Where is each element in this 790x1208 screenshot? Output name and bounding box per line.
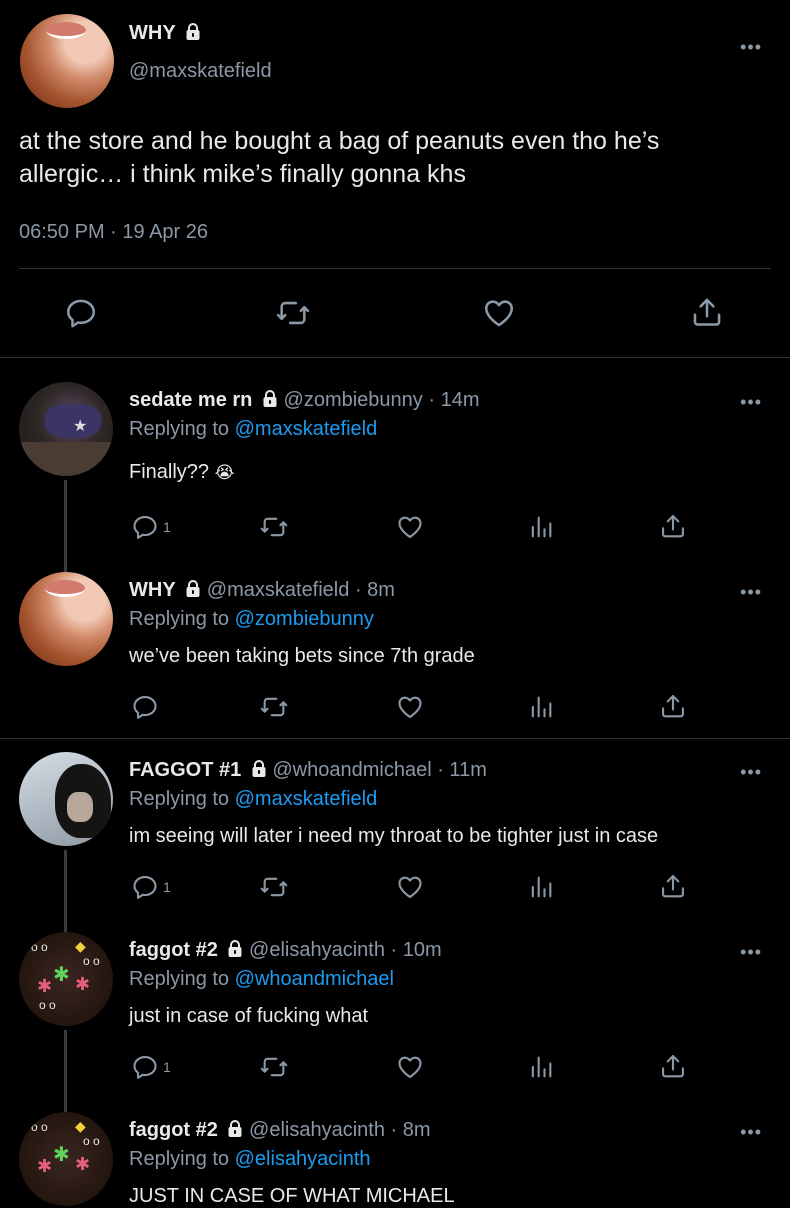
crying-emoji: 😭 — [214, 463, 235, 482]
reply-text: Finally?? — [129, 461, 210, 483]
handle[interactable]: @whoandmichael — [272, 759, 431, 781]
tweet-text: at the store and he bought a bag of pean… — [19, 125, 779, 191]
mention-link[interactable]: @maxskatefield — [235, 418, 378, 440]
avatar[interactable]: ★ — [19, 382, 113, 476]
analytics-icon[interactable] — [527, 1053, 555, 1081]
display-name[interactable]: faggot #2 — [129, 939, 218, 961]
time: · 8m — [390, 1119, 431, 1141]
share-icon[interactable] — [659, 872, 687, 900]
divider — [0, 738, 790, 739]
thread-connector — [64, 850, 67, 932]
reply-count: 1 — [163, 879, 171, 895]
avatar[interactable]: ✱ ✱ ✱ ◆ o o o o o o — [19, 932, 113, 1026]
like-icon[interactable] — [395, 693, 425, 721]
handle[interactable]: @elisahyacinth — [249, 939, 385, 961]
reply-button[interactable]: 1 — [131, 873, 171, 901]
handle[interactable]: @maxskatefield — [129, 60, 272, 83]
replying-label: Replying to — [129, 788, 230, 810]
like-icon[interactable] — [395, 513, 425, 541]
analytics-icon[interactable] — [527, 693, 555, 721]
reply-text: JUST IN CASE OF WHAT MICHAEL — [129, 1185, 455, 1207]
mention-link[interactable]: @whoandmichael — [235, 968, 394, 990]
thread-connector — [64, 1030, 67, 1112]
share-icon[interactable] — [659, 1052, 687, 1080]
avatar[interactable] — [19, 572, 113, 666]
mention-link[interactable]: @zombiebunny — [235, 608, 374, 630]
reply-count: 1 — [163, 519, 171, 535]
lock-icon — [262, 390, 278, 408]
reply-icon — [131, 693, 159, 721]
reply-button[interactable]: 1 — [131, 513, 171, 541]
share-icon[interactable] — [659, 512, 687, 540]
replying-label: Replying to — [129, 1148, 230, 1170]
reply-button[interactable] — [131, 693, 163, 721]
time: · 11m — [437, 759, 487, 781]
avatar[interactable] — [19, 752, 113, 846]
avatar[interactable] — [20, 14, 114, 108]
replying-label: Replying to — [129, 418, 230, 440]
reply-icon[interactable] — [64, 296, 98, 330]
time: · 8m — [354, 579, 395, 601]
handle[interactable]: @maxskatefield — [207, 579, 350, 601]
retweet-icon[interactable] — [274, 296, 312, 330]
lock-icon — [227, 940, 243, 958]
display-name[interactable]: WHY — [129, 579, 176, 601]
reply-icon — [131, 1053, 159, 1081]
tweet-text-line: allergic… i think mike’s finally gonna k… — [19, 160, 466, 188]
retweet-icon[interactable] — [258, 873, 290, 901]
reply-count: 1 — [163, 1059, 171, 1075]
replying-label: Replying to — [129, 968, 230, 990]
more-icon[interactable]: ••• — [740, 1123, 762, 1141]
retweet-icon[interactable] — [258, 1053, 290, 1081]
analytics-icon[interactable] — [527, 513, 555, 541]
reply-icon — [131, 513, 159, 541]
time: · 14m — [428, 389, 480, 411]
display-name[interactable]: WHY — [129, 22, 176, 44]
display-name[interactable]: sedate me rn — [129, 389, 252, 411]
more-icon[interactable]: ••• — [740, 38, 762, 56]
analytics-icon[interactable] — [527, 873, 555, 901]
lock-icon — [227, 1120, 243, 1138]
reply-text: just in case of fucking what — [129, 1005, 369, 1027]
handle[interactable]: @zombiebunny — [284, 389, 423, 411]
handle[interactable]: @elisahyacinth — [249, 1119, 385, 1141]
avatar[interactable]: ✱ ✱ ✱ ◆ o o o o — [19, 1112, 113, 1206]
like-icon[interactable] — [395, 873, 425, 901]
more-icon[interactable]: ••• — [740, 763, 762, 781]
reply-text: we’ve been taking bets since 7th grade — [129, 645, 475, 667]
display-name[interactable]: FAGGOT #1 — [129, 759, 241, 781]
share-icon[interactable] — [690, 295, 724, 329]
thread-connector — [64, 480, 67, 572]
lock-icon — [185, 580, 201, 598]
replying-label: Replying to — [129, 608, 230, 630]
reply-text: im seeing will later i need my throat to… — [129, 825, 659, 847]
like-icon[interactable] — [481, 296, 517, 330]
lock-icon — [185, 23, 201, 41]
timestamp: 06:50 PM · 19 Apr 26 — [19, 221, 209, 243]
display-name[interactable]: faggot #2 — [129, 1119, 218, 1141]
tweet-text-line: at the store and he bought a bag of pean… — [19, 127, 660, 155]
divider — [19, 268, 771, 269]
retweet-icon[interactable] — [258, 513, 290, 541]
lock-icon — [251, 760, 267, 778]
divider — [0, 357, 790, 358]
reply-button[interactable]: 1 — [131, 1053, 171, 1081]
more-icon[interactable]: ••• — [740, 583, 762, 601]
reply-icon — [131, 873, 159, 901]
more-icon[interactable]: ••• — [740, 393, 762, 411]
time: · 10m — [390, 939, 442, 961]
mention-link[interactable]: @maxskatefield — [235, 788, 378, 810]
like-icon[interactable] — [395, 1053, 425, 1081]
share-icon[interactable] — [659, 692, 687, 720]
retweet-icon[interactable] — [258, 693, 290, 721]
mention-link[interactable]: @elisahyacinth — [235, 1148, 371, 1170]
more-icon[interactable]: ••• — [740, 943, 762, 961]
